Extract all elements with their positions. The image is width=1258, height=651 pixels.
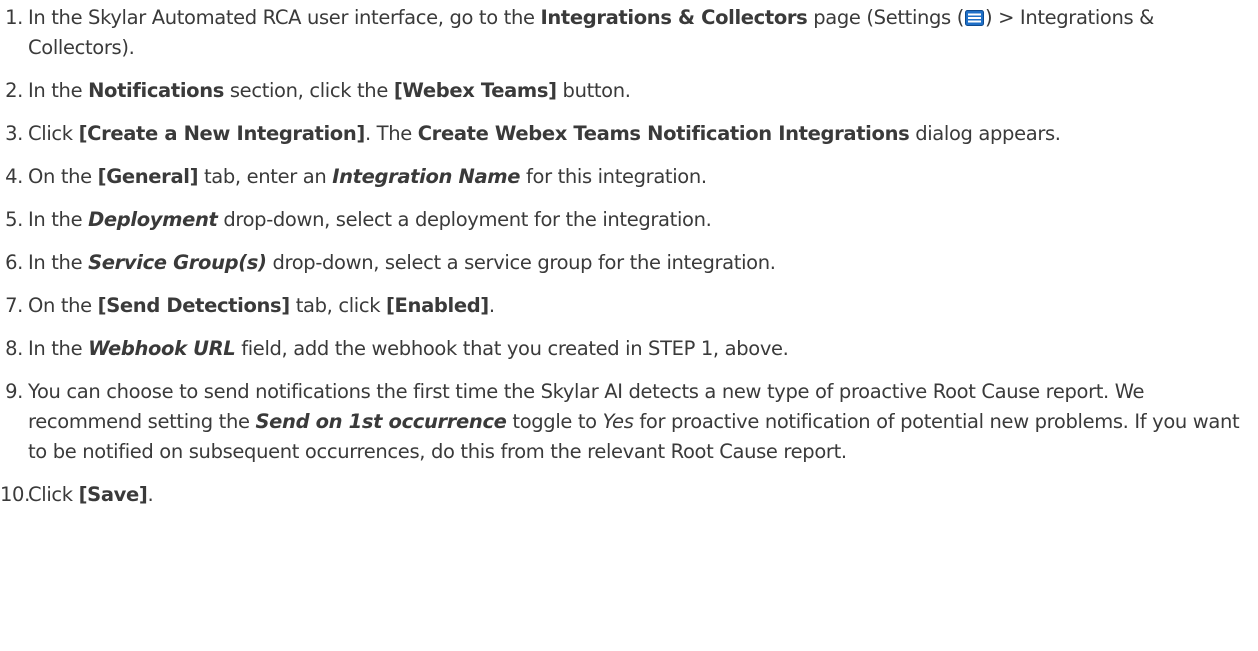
- step-text-run: dialog appears.: [909, 122, 1061, 145]
- step-text-run: for this integration.: [520, 165, 707, 188]
- ui-term: [Save]: [78, 483, 148, 506]
- step-text: In the Deployment drop-down, select a de…: [28, 208, 712, 231]
- step-number: 1.: [5, 6, 23, 29]
- step-text-run: tab, enter an: [198, 165, 333, 188]
- ui-term: Send on 1st occurrence: [255, 410, 507, 433]
- procedure-steps-list: 1. In the Skylar Automated RCA user inter…: [0, 3, 1240, 523]
- step-number: 2.: [5, 79, 23, 102]
- ui-term: [Enabled]: [386, 294, 489, 317]
- step-text-run: section, click the: [224, 79, 394, 102]
- ui-term: Integrations & Collectors: [540, 6, 808, 29]
- ui-term: [General]: [97, 165, 199, 188]
- ui-term: Service Group(s): [88, 251, 267, 274]
- ui-term: Notifications: [88, 79, 225, 102]
- step-text: In the Service Group(s) drop-down, selec…: [28, 251, 776, 274]
- ui-term: [Send Detections]: [97, 294, 291, 317]
- step-item: 10. Click [Save].: [0, 480, 1240, 510]
- step-number: 3.: [5, 122, 23, 145]
- step-text-run: Click: [28, 122, 79, 145]
- step-number: 9.: [5, 380, 23, 403]
- step-number: 8.: [5, 337, 23, 360]
- step-text-run: .: [147, 483, 154, 506]
- step-item: 2. In the Notifications section, click th…: [0, 76, 1240, 106]
- step-text-run: . The: [364, 122, 418, 145]
- step-text: Click [Save].: [28, 483, 154, 506]
- step-text-run: In the: [28, 337, 89, 360]
- step-text-run: page (Settings (: [807, 6, 964, 29]
- step-text: In the Skylar Automated RCA user interfa…: [28, 6, 1154, 59]
- step-text: On the [Send Detections] tab, click [Ena…: [28, 294, 495, 317]
- step-text-run: Click: [28, 483, 79, 506]
- step-number: 6.: [5, 251, 23, 274]
- step-item: 6. In the Service Group(s) drop-down, sel…: [0, 248, 1240, 278]
- step-item: 7. On the [Send Detections] tab, click [E…: [0, 291, 1240, 321]
- step-text-run: In the: [28, 79, 89, 102]
- step-item: 9. You can choose to send notifications t…: [0, 377, 1240, 467]
- step-text: Click [Create a New Integration]. The Cr…: [28, 122, 1061, 145]
- ui-term: Create Webex Teams Notification Integrat…: [417, 122, 910, 145]
- step-number: 5.: [5, 208, 23, 231]
- step-text-run: In the: [28, 208, 89, 231]
- ui-term: Deployment: [88, 208, 218, 231]
- step-text: In the Webhook URL field, add the webhoo…: [28, 337, 789, 360]
- step-text: On the [General] tab, enter an Integrati…: [28, 165, 707, 188]
- step-text-run: .: [488, 294, 495, 317]
- step-text-run: In the: [28, 251, 89, 274]
- step-text-run: button.: [556, 79, 631, 102]
- step-text-run: drop-down, select a deployment for the i…: [217, 208, 712, 231]
- step-text-run: toggle to: [506, 410, 603, 433]
- step-number: 10.: [0, 483, 30, 506]
- step-item: 1. In the Skylar Automated RCA user inter…: [0, 3, 1240, 63]
- ui-term: Webhook URL: [88, 337, 236, 360]
- step-text-run: tab, click: [289, 294, 386, 317]
- step-text: In the Notifications section, click the …: [28, 79, 631, 102]
- step-item: 4. On the [General] tab, enter an Integra…: [0, 162, 1240, 192]
- ui-term: [Webex Teams]: [393, 79, 557, 102]
- step-item: 5. In the Deployment drop-down, select a …: [0, 205, 1240, 235]
- step-text: You can choose to send notifications the…: [28, 380, 1240, 463]
- step-text-run: In the Skylar Automated RCA user interfa…: [28, 6, 541, 29]
- step-item: 8. In the Webhook URL field, add the webh…: [0, 334, 1240, 364]
- step-text-run: On the: [28, 165, 98, 188]
- ui-term: [Create a New Integration]: [78, 122, 366, 145]
- step-text-run: field, add the webhook that you created …: [235, 337, 789, 360]
- document-page: 1. In the Skylar Automated RCA user inter…: [0, 0, 1258, 651]
- step-text-run: drop-down, select a service group for th…: [266, 251, 776, 274]
- step-number: 4.: [5, 165, 23, 188]
- settings-menu-icon: [964, 5, 984, 26]
- ui-term: Yes: [602, 410, 634, 433]
- step-number: 7.: [5, 294, 23, 317]
- step-text-run: On the: [28, 294, 98, 317]
- step-item: 3. Click [Create a New Integration]. The …: [0, 119, 1240, 149]
- ui-term: Integration Name: [332, 165, 521, 188]
